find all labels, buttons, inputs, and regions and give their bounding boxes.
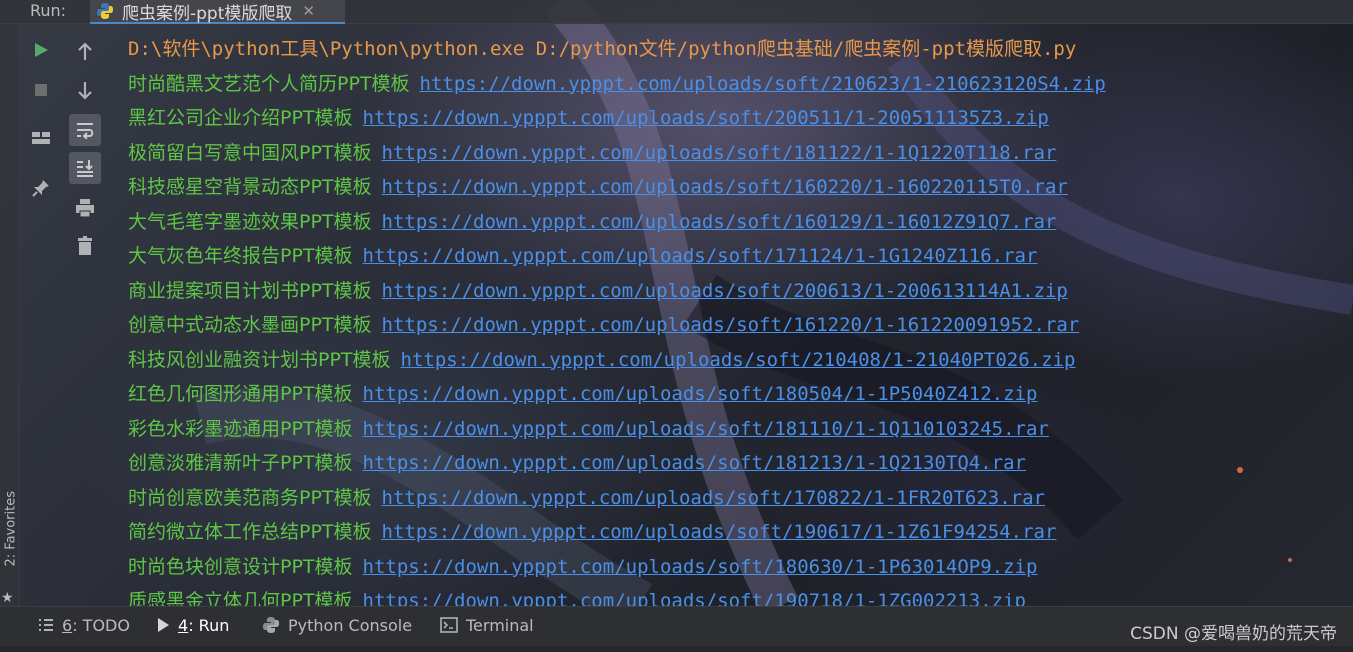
download-link[interactable]: https://down.ypppt.com/uploads/soft/1711… [363, 245, 1038, 267]
console-line: 黑红公司企业介绍PPT模板 https://down.ypppt.com/uplo… [128, 105, 1348, 140]
template-name: 质感黑金立体几何PPT模板 [128, 590, 353, 606]
terminal-icon [440, 617, 458, 633]
tab-run[interactable]: 4: Run [156, 613, 229, 637]
console-line: 彩色水彩墨迹通用PPT模板 https://down.ypppt.com/uplo… [128, 416, 1348, 451]
template-name: 科技感星空背景动态PPT模板 [128, 176, 372, 198]
run-config-tab[interactable]: 爬虫案例-ppt模版爬取 ✕ [90, 0, 345, 24]
console-line: 时尚色块创意设计PPT模板 https://down.ypppt.com/uplo… [128, 554, 1348, 589]
console-line: 科技感星空背景动态PPT模板 https://down.ypppt.com/upl… [128, 174, 1348, 209]
run-tab-icon [156, 617, 170, 633]
download-link[interactable]: https://down.ypppt.com/uploads/soft/1811… [382, 142, 1057, 164]
run-toolbar-left [22, 24, 62, 606]
up-arrow-icon [78, 42, 92, 60]
stop-button[interactable] [25, 74, 57, 106]
tab-run-label: : Run [188, 615, 230, 635]
list-icon [38, 618, 54, 632]
template-name: 商业提案项目计划书PPT模板 [128, 279, 372, 302]
template-name: 科技风创业融资计划书PPT模板 [128, 348, 391, 371]
template-name: 时尚酷黑文艺范个人简历PPT模板 [128, 72, 410, 95]
csdn-watermark: CSDN @爱喝兽奶的荒天帝 [1130, 624, 1337, 644]
console-line: 创意中式动态水墨画PPT模板 https://down.ypppt.com/upl… [128, 312, 1348, 347]
down-arrow-icon [78, 82, 92, 100]
left-tool-stripe: 2: Favorites ★ [0, 24, 20, 606]
console-line: 商业提案项目计划书PPT模板 https://down.ypppt.com/upl… [128, 278, 1348, 313]
download-link[interactable]: https://down.ypppt.com/uploads/soft/1805… [363, 383, 1038, 405]
console-line: 创意淡雅清新叶子PPT模板 https://down.ypppt.com/uplo… [128, 450, 1348, 485]
python-file-icon [97, 3, 113, 19]
tab-python-console-label: Python Console [288, 615, 413, 635]
tab-title: 爬虫案例-ppt模版爬取 [122, 3, 293, 24]
clear-all-button[interactable] [69, 230, 101, 262]
print-button[interactable] [69, 192, 101, 224]
pin-button[interactable] [25, 172, 57, 204]
layout-icon [32, 132, 50, 144]
download-link[interactable]: https://down.ypppt.com/uploads/soft/1806… [363, 556, 1038, 578]
template-name: 大气灰色年终报告PPT模板 [128, 245, 353, 267]
down-arrow-button[interactable] [69, 74, 101, 106]
bottom-tool-bar: 6: TODO 4: Run Python Console Terminal C… [0, 606, 1353, 652]
console-line: 红色几何图形通用PPT模板 https://down.ypppt.com/uplo… [128, 381, 1348, 416]
trash-icon [78, 236, 92, 255]
run-icon [35, 43, 48, 57]
favorites-tab[interactable]: 2: Favorites [4, 491, 19, 567]
tab-terminal-label: Terminal [466, 615, 534, 635]
download-link[interactable]: https://down.ypppt.com/uploads/soft/1612… [382, 314, 1080, 336]
status-strip [0, 646, 1353, 652]
scroll-to-end-icon [77, 160, 93, 177]
template-name: 创意淡雅清新叶子PPT模板 [128, 452, 353, 474]
template-name: 极简留白写意中国风PPT模板 [128, 141, 372, 164]
template-name: 红色几何图形通用PPT模板 [128, 383, 353, 405]
pin-icon [32, 180, 49, 197]
template-name: 创意中式动态水墨画PPT模板 [128, 314, 372, 336]
console-line: 大气灰色年终报告PPT模板 https://down.ypppt.com/uplo… [128, 243, 1348, 278]
console-line: 科技风创业融资计划书PPT模板 https://down.ypppt.com/up… [128, 347, 1348, 382]
close-icon[interactable]: ✕ [302, 2, 315, 20]
download-link[interactable]: https://down.ypppt.com/uploads/soft/2006… [382, 280, 1068, 302]
layout-button[interactable] [25, 122, 57, 154]
download-link[interactable]: https://down.ypppt.com/uploads/soft/1602… [382, 176, 1068, 198]
download-link[interactable]: https://down.ypppt.com/uploads/soft/1708… [382, 487, 1045, 509]
soft-wrap-icon [77, 123, 94, 139]
print-icon [76, 199, 94, 218]
console-line: 时尚创意欧美范商务PPT模板 https://down.ypppt.com/upl… [128, 485, 1348, 520]
stop-icon [35, 84, 47, 96]
download-link[interactable]: https://down.ypppt.com/uploads/soft/1906… [382, 521, 1057, 543]
tab-todo-label: : TODO [72, 615, 130, 635]
download-link[interactable]: https://down.ypppt.com/uploads/soft/2104… [401, 349, 1076, 371]
console-line: 质感黑金立体几何PPT模板 https://down.ypppt.com/uplo… [128, 588, 1348, 606]
console-line: 极简留白写意中国风PPT模板 https://down.ypppt.com/upl… [128, 140, 1348, 175]
command-line: D:\软件\python工具\Python\python.exe D:/pyth… [128, 38, 1077, 60]
template-name: 黑红公司企业介绍PPT模板 [128, 107, 353, 129]
template-name: 时尚色块创意设计PPT模板 [128, 555, 353, 578]
soft-wrap-button[interactable] [69, 114, 101, 146]
console-line: 简约微立体工作总结PPT模板 https://down.ypppt.com/upl… [128, 519, 1348, 554]
download-link[interactable]: https://down.ypppt.com/uploads/soft/2005… [363, 107, 1049, 129]
run-toolbar-right [64, 24, 108, 606]
up-arrow-button[interactable] [69, 36, 101, 68]
download-link[interactable]: https://down.ypppt.com/uploads/soft/1601… [382, 211, 1057, 233]
run-label: Run: [30, 1, 67, 20]
tab-todo-number: 6 [62, 615, 73, 635]
console-line: 时尚酷黑文艺范个人简历PPT模板 https://down.ypppt.com/u… [128, 71, 1348, 106]
template-name: 大气毛笔字墨迹效果PPT模板 [128, 210, 372, 233]
run-tool-window-header: Run: 爬虫案例-ppt模版爬取 ✕ [0, 0, 1353, 24]
tab-terminal[interactable]: Terminal [440, 613, 534, 637]
tab-todo[interactable]: 6: TODO [38, 613, 130, 637]
download-link[interactable]: https://down.ypppt.com/uploads/soft/1812… [363, 452, 1026, 474]
template-name: 彩色水彩墨迹通用PPT模板 [128, 417, 353, 440]
run-button[interactable] [25, 34, 57, 66]
download-link[interactable]: https://down.ypppt.com/uploads/soft/2106… [420, 73, 1106, 95]
star-icon[interactable]: ★ [1, 590, 14, 606]
python-console-icon [262, 616, 280, 634]
download-link[interactable]: https://down.ypppt.com/uploads/soft/1811… [363, 418, 1049, 440]
tab-run-number: 4 [178, 615, 189, 635]
console-line: 大气毛笔字墨迹效果PPT模板 https://down.ypppt.com/upl… [128, 209, 1348, 244]
scroll-to-end-button[interactable] [69, 152, 101, 184]
tab-python-console[interactable]: Python Console [262, 613, 412, 637]
template-name: 时尚创意欧美范商务PPT模板 [128, 486, 372, 509]
download-link[interactable]: https://down.ypppt.com/uploads/soft/1907… [363, 590, 1026, 606]
template-name: 简约微立体工作总结PPT模板 [128, 521, 372, 543]
console-output[interactable]: D:\软件\python工具\Python\python.exe D:/pyth… [128, 36, 1348, 606]
